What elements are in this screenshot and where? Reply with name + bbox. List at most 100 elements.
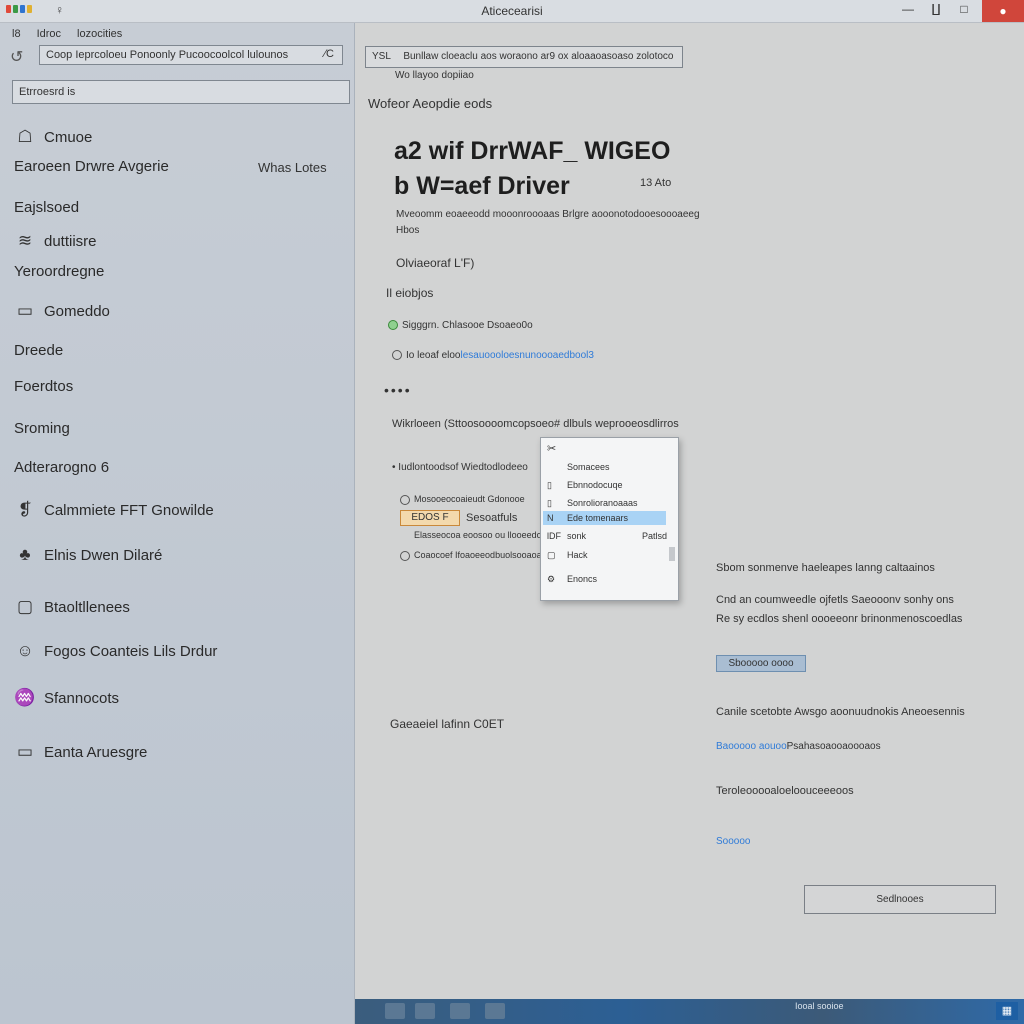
sidebar-item-icon: ▭ — [16, 301, 34, 320]
page-title: a2 wif DrrWAF_ WIGEO — [394, 137, 671, 165]
sidebar-item[interactable]: ≋ duttiisre — [14, 231, 97, 251]
sidebar-item[interactable]: ▭ Eanta Aruesgre — [14, 742, 147, 762]
minimize-button[interactable]: — — [896, 2, 920, 16]
maximize-button[interactable]: □ — [952, 2, 976, 16]
filter-input[interactable]: Etrroesrd is — [12, 80, 350, 104]
status-text-2: Io leoaf eloo — [406, 350, 461, 361]
context-menu-item[interactable]: lDF sonk Patlsd — [547, 529, 667, 543]
sidebar-item-icon: ❡ — [17, 500, 33, 519]
sidebar-item[interactable]: Sroming — [14, 420, 70, 437]
right-panel-title: Sbom sonmenve haeleapes lanng caltaainos — [716, 562, 935, 574]
option-1[interactable]: • Iudlontoodsof Wiedtodlodeeo — [392, 462, 528, 473]
taskbar-app-1[interactable] — [385, 1003, 405, 1019]
sidebar-item[interactable]: ♣ Elnis Dwen Dilaré — [14, 545, 162, 565]
context-menu-item[interactable]: ▯ Sonrolioranoaaas — [547, 496, 667, 510]
menu-item-shortcut: Patlsd — [641, 531, 667, 541]
menu-item-2[interactable]: Idroc — [37, 28, 61, 40]
sidebar-item[interactable]: ❡ Calmmiete FFT Gnowilde — [14, 500, 214, 520]
menu-item-3[interactable]: lozocities — [77, 28, 122, 40]
menu-item-label: Somacees — [567, 462, 610, 472]
sidebar-item-label: Eajslsoed — [14, 199, 80, 216]
menu-item-1[interactable]: l8 — [12, 28, 21, 40]
sidebar-item-icon: ▭ — [16, 742, 34, 761]
sidebar-item[interactable]: Yeroordregne — [14, 263, 104, 280]
menu-item-icon: ▯ — [547, 479, 552, 490]
context-menu-item[interactable]: ▯ Ebnnodocuqe — [547, 478, 667, 492]
sidebar-item-label: Fogos Coanteis Lils Drdur — [44, 642, 218, 660]
notification-icon[interactable]: ▦ — [996, 1002, 1018, 1020]
sidebar-item[interactable]: ☖ Cmuoe — [14, 127, 92, 147]
search-icon[interactable]: ∕C — [324, 48, 334, 60]
sidebar-item-label: Yeroordregne — [14, 263, 105, 280]
sidebar-item-icon: ▢ — [16, 597, 34, 616]
option-4-radio[interactable] — [400, 550, 410, 561]
caption-text: Gaeaeiel lafinn C0ET — [390, 717, 505, 731]
taskbar-app-3[interactable] — [450, 1003, 470, 1019]
taskbar-app-2[interactable] — [415, 1003, 435, 1019]
status-text-1: Sigggrn. Chlasooe Dsoaeo0o — [402, 320, 533, 331]
address-bar[interactable]: YSL Bunllaw cloeaclu aos woraono ar9 ox … — [365, 46, 683, 68]
status-check-icon — [388, 320, 398, 331]
sidebar-item[interactable]: Earoeen Drwre Avgerie — [14, 158, 169, 175]
sidebar-item[interactable]: Foerdtos — [14, 378, 73, 395]
address-prefix: YSL — [372, 51, 391, 62]
back-icon[interactable]: ↺ — [10, 47, 23, 67]
status-badge[interactable]: EDOS F — [400, 510, 460, 526]
close-button[interactable]: ● — [982, 0, 1024, 22]
option-4[interactable]: Coaocoef Ifoaoeeodbuolsooaoaoo — [400, 550, 552, 561]
option-1-label: Iudlontoodsof Wiedtodlodeeo — [398, 462, 528, 473]
sidebar-item[interactable]: ▢ Btaoltllenees — [14, 597, 130, 617]
sidebar: l8 Idroc lozocities ↺ Coop Ieprcoloeu Po… — [0, 23, 355, 1024]
sidebar-item[interactable]: ☺ Fogos Coanteis Lils Drdur — [14, 641, 217, 661]
menu-item-label: sonk — [567, 531, 587, 541]
section-label: Wofeor Aeopdie eods — [368, 96, 493, 111]
menu-item-label: Ede tomenaars — [567, 513, 629, 523]
sidebar-item-label: Cmuoe — [44, 128, 93, 146]
restore-button[interactable]: ∐ — [924, 2, 948, 16]
menu-item-label: Sonrolioranoaaas — [567, 498, 638, 508]
mid-text: Wikrloeen (Sttoosoooomcopsoeo# dlbuls we… — [392, 418, 679, 430]
sidebar-item-label: duttiisre — [44, 232, 97, 250]
block2-link[interactable]: Baooooo aouoo — [716, 741, 787, 752]
taskbar-text: Iooal sooioe — [795, 1001, 844, 1011]
search-input[interactable]: Coop Ieprcoloeu Ponoonly Pucoocoolcol lu… — [39, 45, 343, 65]
sidebar-item-label: Sfannocots — [44, 689, 120, 707]
sidebar-item-icon: ♒ — [14, 688, 36, 707]
dots-separator: •••• — [384, 382, 412, 398]
sidebar-item[interactable]: Dreede — [14, 342, 63, 359]
search-value: Coop Ieprcoloeu Ponoonly Pucoocoolcol lu… — [46, 49, 289, 61]
option-4-label: Coaocoef Ifoaoeeodbuolsooaoaoo — [414, 550, 552, 560]
bottom-button[interactable]: Sedlnooes — [804, 885, 996, 914]
sidebar-item[interactable]: Adterarogno 6 — [14, 459, 109, 476]
status-radio-icon[interactable] — [392, 350, 402, 361]
menu-item-label: Ebnnodocuqe — [567, 480, 623, 490]
sidebar-item-label: Elnis Dwen Dilaré — [44, 546, 163, 564]
option-2-radio[interactable] — [400, 494, 410, 505]
sidebar-item-right-label[interactable]: Whas Lotes — [258, 160, 327, 175]
context-menu-item[interactable]: Somacees — [547, 460, 667, 474]
option-2[interactable]: Mosooeocoaieudt Gdonooe — [400, 494, 525, 505]
sidebar-item[interactable]: ▭ Gomeddo — [14, 301, 110, 321]
taskbar-app-4[interactable] — [485, 1003, 505, 1019]
right-panel-button[interactable]: Sbooooo oooo — [716, 655, 806, 672]
subheading: Il eiobjos — [386, 286, 434, 300]
scrollbar[interactable] — [669, 547, 675, 561]
sidebar-item[interactable]: ♒ Sfannocots — [14, 688, 119, 708]
filter-value: Etrroesrd is — [19, 86, 76, 98]
scissors-icon[interactable]: ✂ — [547, 442, 556, 455]
context-menu: ✂ Somacees ▯ Ebnnodocuqe ▯ Sonrolioranoaaas N… — [540, 437, 679, 601]
driver-tag: 13 Ato — [640, 177, 672, 189]
status-link[interactable]: lesauoooloesnunoooaedbool3 — [461, 350, 594, 361]
context-menu-item[interactable]: N Ede tomenaars — [543, 511, 666, 525]
menu-item-icon: ⚙ — [547, 573, 556, 584]
right-panel-line-1: Cnd an coumweedle ojfetls Saeooonv sonhy… — [716, 594, 954, 606]
block3-link[interactable]: Sooooo — [716, 836, 750, 847]
context-menu-item[interactable]: ▢ Hack — [547, 548, 667, 562]
sidebar-item[interactable]: Eajslsoed — [14, 199, 79, 216]
driver-title: b W=aef Driver — [394, 172, 570, 200]
menu-bar: l8 Idroc lozocities — [12, 28, 122, 40]
sidebar-item-label: Btaoltllenees — [44, 598, 130, 616]
menu-item-icon: ▯ — [547, 497, 552, 508]
context-menu-item[interactable]: ⚙ Enoncs — [547, 572, 667, 586]
status-row-2: Io leoaf eloolesauoooloesnunoooaedbool3 — [392, 350, 594, 361]
